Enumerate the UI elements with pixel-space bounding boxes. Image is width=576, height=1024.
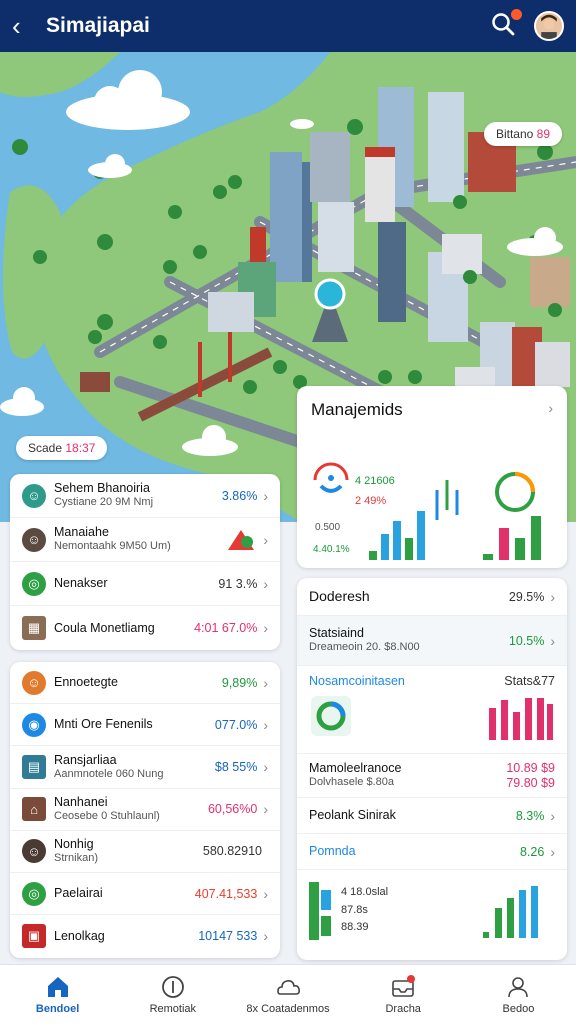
- list-item[interactable]: ☺ Manaiahe Nemontaahk 9M50 Um) ›: [10, 518, 280, 562]
- list-item[interactable]: ☺ Ennoetegte 9,89% ›: [10, 662, 280, 705]
- green-circle-icon: ◎: [22, 881, 46, 906]
- list-item[interactable]: ▣ Lenolkag 10147 533 ›: [10, 915, 280, 957]
- warning-badge-icon: [228, 529, 255, 550]
- left-list-card: ☺ Ennoetegte 9,89% › ◉ Mnti Ore Fenenils …: [10, 662, 280, 958]
- map-icon: ▤: [22, 754, 46, 779]
- notification-dot: [511, 9, 522, 20]
- home-icon: [47, 977, 68, 997]
- stats-card: Doderesh 29.5% › Statsiaind Dreameoin 20. …: [297, 578, 567, 960]
- person-avatar-icon: ☺: [22, 527, 46, 552]
- list-item[interactable]: Peolank Sinirak 8.3% ›: [297, 798, 567, 834]
- green-circle-icon: ◎: [22, 571, 46, 596]
- bar-group-left: [357, 511, 425, 576]
- list-item[interactable]: Pomnda 8.26 ›: [297, 834, 567, 870]
- bar: [405, 538, 413, 576]
- bar: [369, 551, 377, 576]
- nav-item-coatadenmos[interactable]: 8x Coatadenmos: [230, 965, 345, 1024]
- donut-icon: [311, 696, 351, 736]
- chevron-right-icon: ›: [263, 575, 268, 592]
- person-avatar-icon: ☺: [22, 483, 46, 508]
- coin-icon: [161, 976, 184, 998]
- bar: [393, 521, 401, 576]
- gauge-label: 4 21606: [355, 475, 395, 487]
- card-title: Manajemids: [311, 400, 403, 419]
- chevron-right-icon: ›: [263, 716, 268, 733]
- house-icon: ⌂: [22, 797, 46, 822]
- list-item[interactable]: ◎ Nenakser 91 3.% ›: [10, 562, 280, 606]
- bar-chart-mini: [489, 698, 553, 740]
- donut-segment: [514, 472, 535, 493]
- chevron-right-icon: ›: [263, 928, 268, 945]
- manajemids-card[interactable]: Manajemids › 4 21606 2 49% 0.500 4.40.1%: [297, 386, 567, 576]
- legend-bar-icon: [309, 882, 331, 940]
- chevron-right-icon[interactable]: ›: [548, 400, 553, 420]
- list-item[interactable]: Doderesh 29.5% ›: [297, 578, 567, 616]
- page-title: Simajiapai: [46, 14, 150, 37]
- bar: [417, 511, 425, 576]
- gauge-label: 4.40.1%: [313, 544, 350, 555]
- bar: [531, 516, 541, 576]
- cloud-icon: [277, 980, 300, 995]
- nav-item-remotiak[interactable]: Remotiak: [115, 965, 230, 1024]
- nav-item-bedoo[interactable]: Bedoo: [461, 965, 576, 1024]
- inbox-icon: [392, 975, 416, 997]
- app-header: ‹ Simajiapai: [0, 0, 576, 52]
- list-item[interactable]: ⌂ Nanhanei Ceosebe 0 Stuhlaunl) 60,56%0 ›: [10, 789, 280, 831]
- chevron-right-icon: ›: [550, 588, 555, 605]
- orange-avatar-icon: ☺: [22, 670, 46, 695]
- gauge-label: 2 49%: [355, 495, 386, 507]
- legend-line: 88.39: [341, 921, 369, 934]
- chevron-right-icon: ›: [550, 843, 555, 860]
- blue-circle-icon: ◉: [22, 712, 46, 737]
- bar: [499, 528, 509, 576]
- list-item[interactable]: ▤ Ransjarliaa Aanmnotele 060 Nung $8 55% ›: [10, 746, 280, 789]
- chevron-right-icon: ›: [263, 885, 268, 902]
- chevron-right-icon: ›: [550, 807, 555, 824]
- chevron-right-icon: ›: [263, 758, 268, 775]
- user-avatar[interactable]: [534, 11, 564, 41]
- search-button[interactable]: [490, 9, 522, 41]
- nav-item-home[interactable]: Bendoel: [0, 965, 115, 1024]
- chevron-right-icon: ›: [263, 620, 268, 636]
- legend-line: 4 18.0slal: [341, 886, 389, 898]
- bar: [381, 534, 389, 576]
- list-item[interactable]: ☺ Nonhig Strnikan) 580.82910: [10, 831, 280, 873]
- shield-icon: ▣: [22, 924, 46, 949]
- list-item[interactable]: ◉ Mnti Ore Fenenils 077.0% ›: [10, 704, 280, 747]
- chevron-right-icon: ›: [263, 801, 268, 818]
- legend-line: 87.8s: [341, 903, 368, 916]
- list-item[interactable]: ▦ Coula Monetliamg 4:01 67.0% ›: [10, 606, 280, 650]
- map-badge-left[interactable]: Scade 18:37: [16, 436, 108, 460]
- person-avatar-icon: ☺: [22, 839, 46, 864]
- list-item[interactable]: ☺ Sehem Bhanoiria Cystiane 20 9M Nmj 3.86…: [10, 474, 280, 518]
- map-badge-top[interactable]: Bittano 89: [483, 122, 562, 146]
- bar-chart-mini: [483, 886, 538, 938]
- list-item[interactable]: Statsiaind Dreameoin 20. $8.N00 10.5% ›: [297, 616, 567, 666]
- gauge-label: 0.500: [315, 522, 340, 533]
- chevron-right-icon: ›: [550, 632, 555, 649]
- bottom-navigation: Bendoel Remotiak 8x Coatadenmos Dracha B…: [0, 964, 576, 1024]
- gauge-arc: [319, 484, 343, 493]
- list-item[interactable]: ◎ Paelairai 407.41,533 ›: [10, 873, 280, 916]
- nav-item-dracha[interactable]: Dracha: [346, 965, 461, 1024]
- profile-icon: [508, 977, 529, 998]
- manajemids-chart: 4 21606 2 49% 0.500 4.40.1%: [313, 462, 541, 576]
- building-icon: ▦: [22, 616, 46, 640]
- stats-legend-chart: 4 18.0slal 87.8s 88.39: [297, 870, 567, 954]
- chevron-right-icon: ›: [263, 674, 268, 691]
- bar: [483, 554, 493, 576]
- bar: [515, 538, 525, 576]
- left-summary-card: ☺ Sehem Bhanoiria Cystiane 20 9M Nmj 3.86…: [10, 474, 280, 650]
- back-button[interactable]: ‹: [12, 11, 40, 42]
- list-item[interactable]: Mamoleelranoce Dolvhasele $.80a 10.89 $9 7…: [297, 754, 567, 798]
- chevron-right-icon: ›: [263, 531, 268, 548]
- chevron-right-icon: ›: [263, 487, 268, 504]
- list-item[interactable]: Nosamcoinitasen Stats&77: [297, 666, 567, 754]
- bar-group-right: [483, 516, 541, 576]
